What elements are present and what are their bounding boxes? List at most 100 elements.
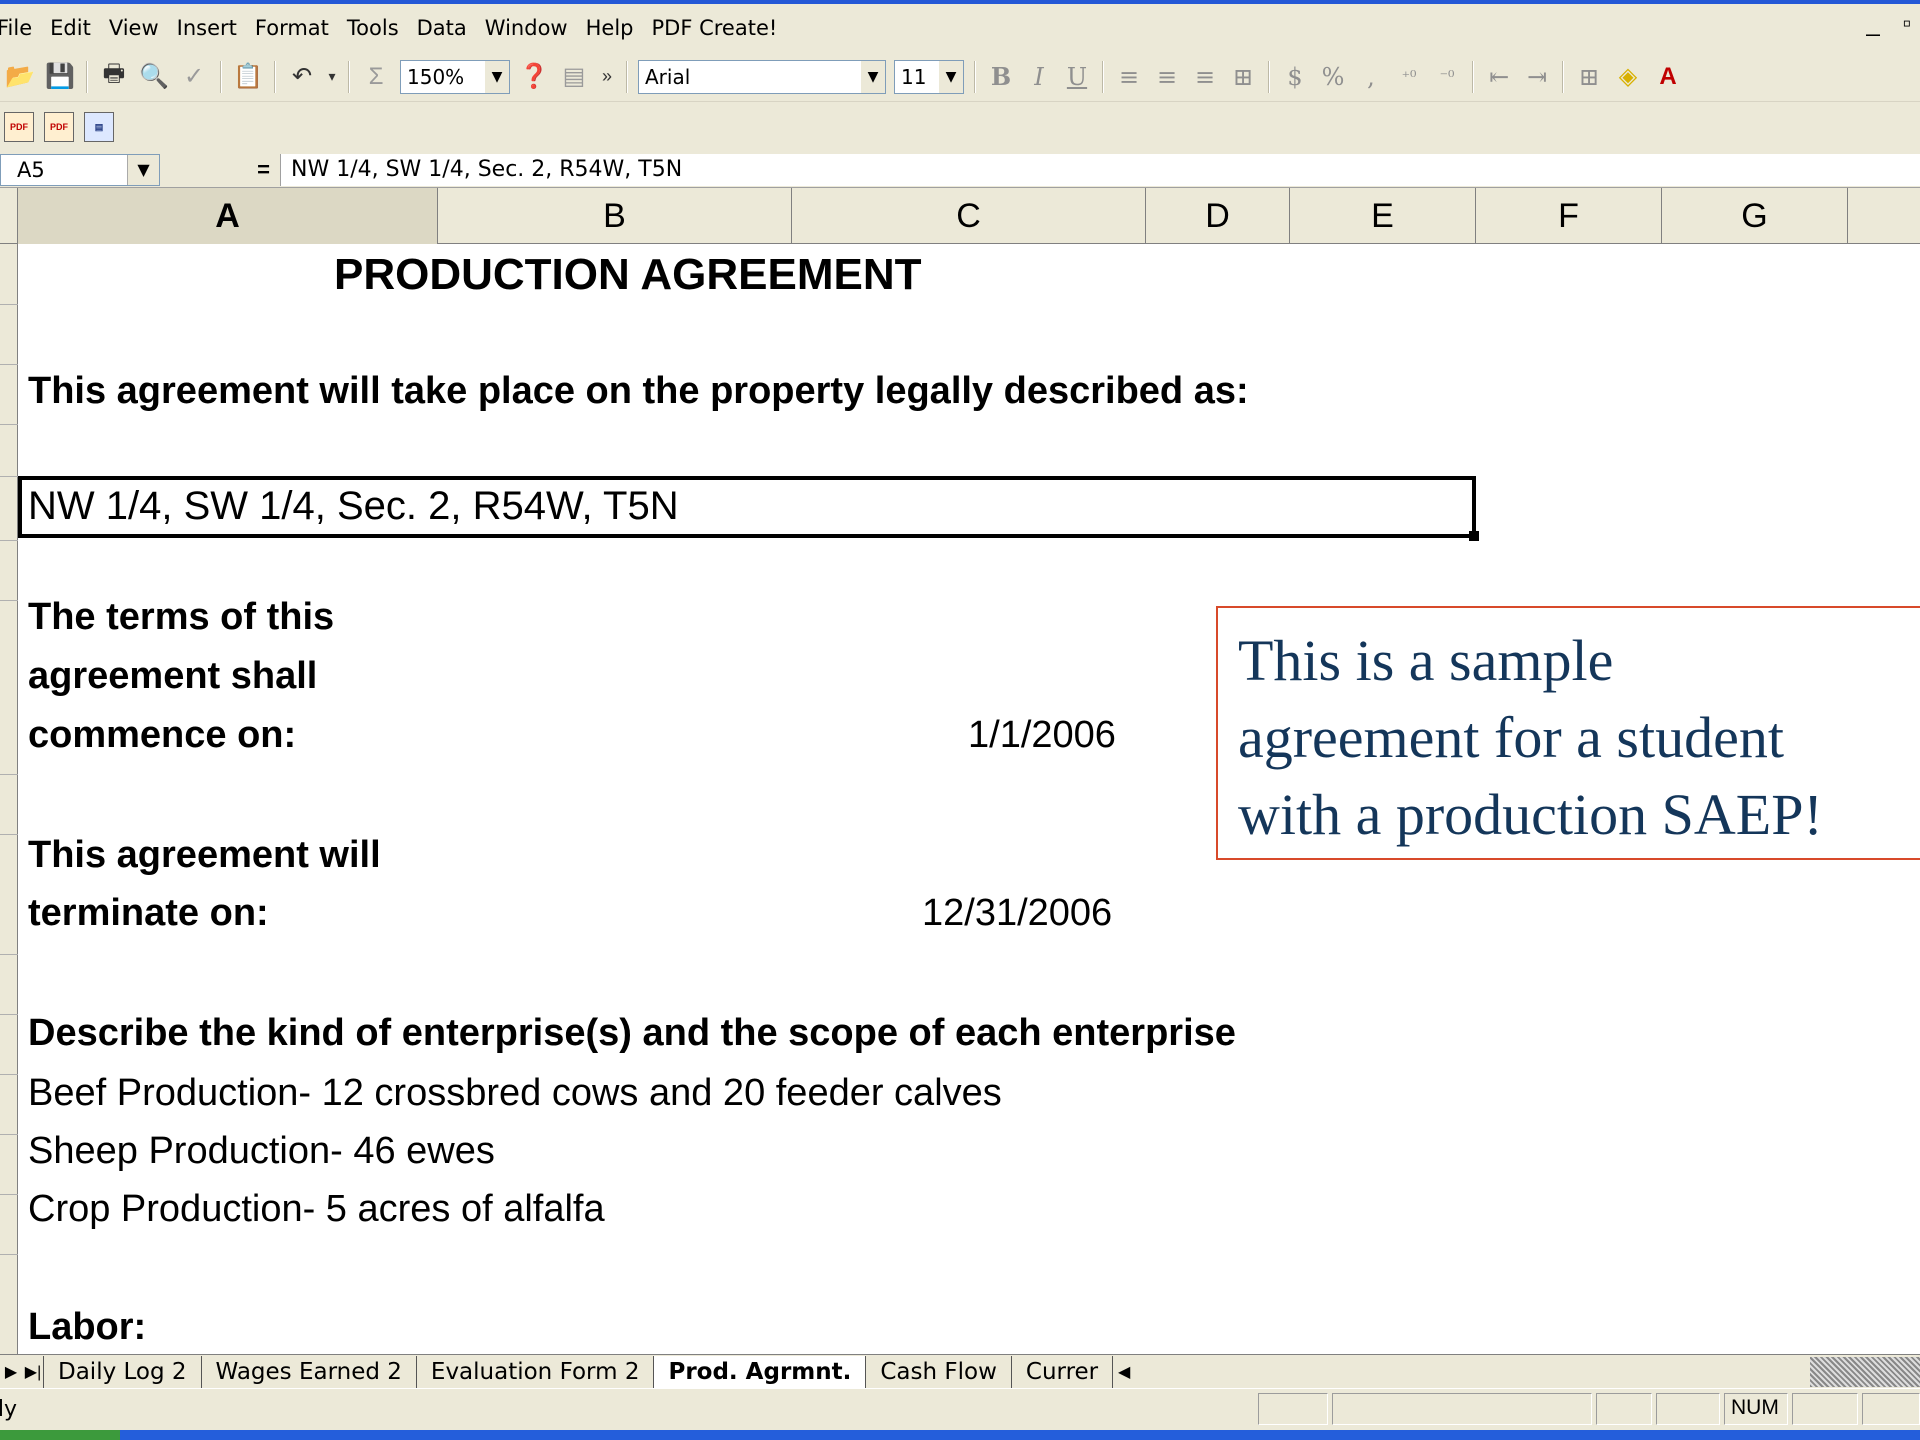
print-icon[interactable]: 🖶 bbox=[97, 60, 131, 94]
menu-insert[interactable]: Insert bbox=[168, 16, 246, 40]
column-header-g[interactable]: G bbox=[1662, 188, 1848, 244]
menu-window[interactable]: Window bbox=[476, 16, 577, 40]
fill-color-icon[interactable]: ◈ bbox=[1611, 60, 1645, 94]
page-title[interactable]: PRODUCTION AGREEMENT bbox=[334, 250, 922, 300]
menu-file[interactable]: File bbox=[0, 16, 41, 40]
font-select[interactable]: Arial ▼ bbox=[638, 59, 886, 94]
borders-icon[interactable]: ⊞ bbox=[1570, 63, 1608, 91]
column-header-b[interactable]: B bbox=[438, 188, 792, 244]
increase-indent-icon[interactable]: ⇥ bbox=[1518, 63, 1556, 91]
underline-icon[interactable]: U bbox=[1058, 63, 1096, 91]
font-value: Arial bbox=[645, 64, 691, 89]
enterprise-prompt[interactable]: Describe the kind of enterprise(s) and t… bbox=[28, 1012, 1236, 1055]
row-divider bbox=[0, 1254, 18, 1255]
column-header-e[interactable]: E bbox=[1290, 188, 1476, 244]
terminate-label-line-2[interactable]: terminate on: bbox=[28, 892, 269, 935]
increase-decimal-icon[interactable]: ⁺⁰ bbox=[1390, 67, 1428, 86]
sheet-tab-wages-earned-2[interactable]: Wages Earned 2 bbox=[200, 1355, 417, 1388]
sheet-tab-prod-agrmnt[interactable]: Prod. Agrmnt. bbox=[653, 1355, 867, 1388]
commence-label-line-2[interactable]: agreement shall bbox=[28, 655, 317, 698]
open-icon[interactable]: 📂 bbox=[3, 60, 37, 94]
commence-label-line-3[interactable]: commence on: bbox=[28, 714, 296, 757]
toolbar-separator bbox=[1472, 60, 1474, 93]
scroll-left-icon[interactable]: ◀ bbox=[1113, 1357, 1135, 1387]
bold-icon[interactable]: B bbox=[982, 62, 1020, 91]
currency-icon[interactable]: $ bbox=[1276, 63, 1314, 91]
chevron-down-icon[interactable]: ▼ bbox=[485, 60, 509, 93]
sheet-tab-currer[interactable]: Currer bbox=[1010, 1355, 1114, 1388]
align-center-icon[interactable]: ≡ bbox=[1148, 63, 1186, 91]
menu-format[interactable]: Format bbox=[246, 16, 338, 40]
pdf-create-icon[interactable]: PDF bbox=[4, 112, 34, 142]
enterprise-item[interactable]: Beef Production- 12 crossbred cows and 2… bbox=[28, 1072, 1002, 1115]
menu-bar: File Edit View Insert Format Tools Data … bbox=[0, 4, 1920, 52]
undo-icon[interactable]: ↶ bbox=[285, 60, 319, 94]
row-divider bbox=[0, 364, 18, 365]
chevron-down-icon[interactable]: ▼ bbox=[861, 60, 885, 93]
help-icon[interactable]: ❓ bbox=[517, 60, 551, 94]
paste-icon[interactable]: 📋 bbox=[231, 60, 265, 94]
spelling-icon[interactable]: ✓ bbox=[177, 60, 211, 94]
print-preview-icon[interactable]: 🔍 bbox=[137, 60, 171, 94]
comma-icon[interactable]: , bbox=[1352, 63, 1390, 91]
chevron-down-icon[interactable]: ▼ bbox=[127, 154, 159, 185]
name-box[interactable]: A5 ▼ bbox=[0, 153, 160, 186]
menu-help[interactable]: Help bbox=[577, 16, 643, 40]
property-value-cell[interactable]: NW 1/4, SW 1/4, Sec. 2, R54W, T5N bbox=[28, 484, 679, 529]
menu-view[interactable]: View bbox=[100, 16, 168, 40]
sheet-tab-daily-log-2[interactable]: Daily Log 2 bbox=[43, 1355, 202, 1388]
row-divider bbox=[0, 774, 18, 775]
row-headers[interactable] bbox=[0, 244, 18, 1354]
menu-tools[interactable]: Tools bbox=[338, 16, 408, 40]
column-header-d[interactable]: D bbox=[1146, 188, 1290, 244]
office-assistant-icon[interactable]: ▤ bbox=[557, 60, 591, 94]
enterprise-item[interactable]: Sheep Production- 46 ewes bbox=[28, 1130, 495, 1173]
property-prompt[interactable]: This agreement will take place on the pr… bbox=[28, 370, 1249, 413]
save-icon[interactable]: 💾 bbox=[43, 60, 77, 94]
fill-handle[interactable] bbox=[1469, 531, 1479, 541]
toolbar-options-icon[interactable]: » bbox=[597, 60, 617, 94]
restore-icon[interactable]: ▫ bbox=[1894, 12, 1920, 40]
column-header-f[interactable]: F bbox=[1476, 188, 1662, 244]
formula-input[interactable]: NW 1/4, SW 1/4, Sec. 2, R54W, T5N bbox=[280, 153, 1920, 186]
next-sheet-icon[interactable]: ▶ bbox=[0, 1357, 22, 1387]
decrease-indent-icon[interactable]: ⇤ bbox=[1480, 63, 1518, 91]
zoom-select[interactable]: 150% ▼ bbox=[400, 59, 510, 94]
merge-center-icon[interactable]: ⊞ bbox=[1224, 63, 1262, 91]
row-divider bbox=[0, 1074, 18, 1075]
autosum-icon[interactable]: Σ bbox=[359, 60, 393, 94]
pdf-email-icon[interactable]: PDF bbox=[44, 112, 74, 142]
last-sheet-icon[interactable]: ▶| bbox=[22, 1357, 44, 1387]
minimize-icon[interactable]: _ bbox=[1860, 12, 1886, 40]
undo-dropdown-icon[interactable]: ▾ bbox=[325, 60, 339, 94]
toolbar-separator bbox=[1102, 60, 1104, 93]
font-size-select[interactable]: 11 ▼ bbox=[894, 59, 964, 94]
font-color-icon[interactable]: A bbox=[1651, 60, 1685, 94]
commence-label-line-1[interactable]: The terms of this bbox=[28, 596, 334, 639]
start-button[interactable] bbox=[0, 1430, 120, 1440]
terminate-label-line-1[interactable]: This agreement will bbox=[28, 834, 381, 877]
labor-label[interactable]: Labor: bbox=[28, 1306, 146, 1349]
pdf-settings-icon[interactable]: ▤ bbox=[84, 112, 114, 142]
terminate-date-cell[interactable]: 12/31/2006 bbox=[922, 892, 1112, 935]
menu-pdf-create[interactable]: PDF Create! bbox=[643, 16, 787, 40]
column-header-c[interactable]: C bbox=[792, 188, 1146, 244]
chevron-down-icon[interactable]: ▼ bbox=[939, 60, 963, 93]
sample-callout-box[interactable]: This is a sample agreement for a student… bbox=[1216, 606, 1920, 860]
align-right-icon[interactable]: ≡ bbox=[1186, 63, 1224, 91]
horizontal-scrollbar[interactable] bbox=[1810, 1357, 1920, 1387]
column-header-a[interactable]: A bbox=[18, 188, 438, 244]
sheet-tab-evaluation-form-2[interactable]: Evaluation Form 2 bbox=[415, 1355, 655, 1388]
italic-icon[interactable]: I bbox=[1020, 63, 1058, 91]
enterprise-item[interactable]: Crop Production- 5 acres of alfalfa bbox=[28, 1188, 605, 1231]
percent-icon[interactable]: % bbox=[1314, 63, 1352, 91]
worksheet-grid[interactable]: PRODUCTION AGREEMENT This agreement will… bbox=[18, 244, 1920, 1354]
toolbar-separator bbox=[348, 60, 350, 93]
decrease-decimal-icon[interactable]: ⁻⁰ bbox=[1428, 67, 1466, 86]
commence-date-cell[interactable]: 1/1/2006 bbox=[968, 714, 1116, 757]
select-all-corner[interactable] bbox=[0, 188, 18, 244]
menu-data[interactable]: Data bbox=[408, 16, 476, 40]
sheet-tab-cash-flow[interactable]: Cash Flow bbox=[865, 1355, 1012, 1388]
menu-edit[interactable]: Edit bbox=[41, 16, 100, 40]
align-left-icon[interactable]: ≡ bbox=[1110, 63, 1148, 91]
